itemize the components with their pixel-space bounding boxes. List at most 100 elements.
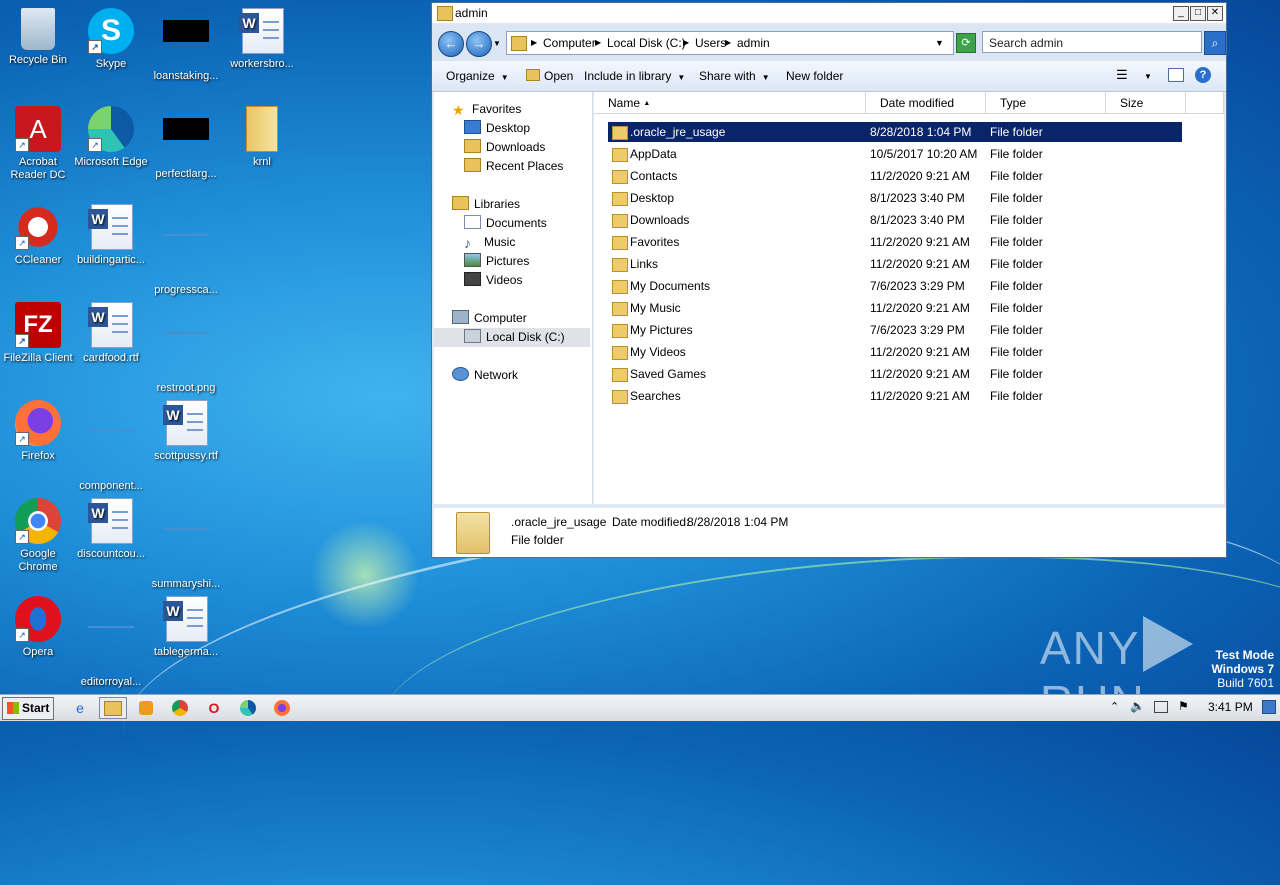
show-hidden-icons-icon[interactable]: ⌃ <box>1110 700 1119 713</box>
file-row[interactable]: .oracle_jre_usage 8/28/2018 1:04 PM File f… <box>608 122 1182 142</box>
show-desktop-icon[interactable] <box>1262 700 1276 714</box>
maximize-button[interactable]: □ <box>1190 6 1206 21</box>
desktop-icon-tablegerma[interactable]: W tablegerma... <box>148 596 224 659</box>
breadcrumb-admin[interactable]: admin <box>737 32 770 54</box>
recent-pages-chevron-icon[interactable]: ▼ <box>493 39 501 48</box>
breadcrumb-local-disk[interactable]: Local Disk (C:) <box>607 32 686 54</box>
file-name: My Pictures <box>630 323 693 337</box>
breadcrumb-chevron-icon[interactable]: ▶ <box>725 32 731 54</box>
firefox-taskbar-icon[interactable] <box>268 697 296 719</box>
file-row[interactable]: My Videos 11/2/2020 9:21 AM File folder <box>608 342 1182 362</box>
address-bar[interactable]: ▶ Computer ▶ Local Disk (C:) ▶ Users ▶ a… <box>506 31 954 55</box>
view-dropdown-icon[interactable]: ▼ <box>1144 72 1152 81</box>
clock[interactable]: 3:41 PM <box>1208 700 1253 714</box>
new-folder-button[interactable]: New folder <box>786 69 843 83</box>
include-in-library-button[interactable]: Include in library ▼ <box>584 69 685 83</box>
desktop-icon-cardfood[interactable]: W cardfood.rtf <box>73 302 149 365</box>
desktop-icon-recycle-bin[interactable]: Recycle Bin <box>0 8 76 67</box>
action-center-flag-icon[interactable]: ⚑ <box>1178 699 1189 713</box>
nav-recent-places[interactable]: Recent Places <box>464 157 563 176</box>
column-header-type[interactable]: Type <box>986 92 1106 114</box>
thumbnail-icon <box>163 118 209 164</box>
nav-local-disk[interactable]: Local Disk (C:) <box>434 328 590 347</box>
volume-icon[interactable]: 🔈 <box>1130 699 1145 713</box>
desktop-icon-perfectlarg[interactable]: perfectlarg... <box>148 106 224 181</box>
search-icon[interactable]: ⌕ <box>1204 31 1226 55</box>
details-pane: .oracle_jre_usage Date modified: 8/28/20… <box>434 508 1226 557</box>
desktop-icon-edge[interactable]: ↗ Microsoft Edge <box>73 106 149 169</box>
file-row[interactable]: Downloads 8/1/2023 3:40 PM File folder <box>608 210 1182 230</box>
nav-music[interactable]: ♪ Music <box>464 233 515 252</box>
breadcrumb-computer[interactable]: Computer <box>543 32 596 54</box>
breadcrumb-chevron-icon[interactable]: ▶ <box>531 32 537 54</box>
nav-pictures[interactable]: Pictures <box>464 252 529 271</box>
opera-taskbar-icon[interactable]: O <box>200 697 228 719</box>
desktop-icon-scottpussy[interactable]: W scottpussy.rtf <box>148 400 224 463</box>
file-row[interactable]: My Documents 7/6/2023 3:29 PM File folder <box>608 276 1182 296</box>
explorer-taskbar-icon[interactable] <box>99 697 127 719</box>
search-input[interactable]: Search admin <box>982 31 1202 53</box>
column-header-size[interactable]: Size <box>1106 92 1186 114</box>
nav-computer[interactable]: Computer <box>452 309 527 328</box>
desktop-icon-progressca[interactable]: progressca... <box>148 204 224 297</box>
title-bar[interactable]: admin _ □ ✕ <box>432 3 1226 23</box>
desktop-icon-workersbro[interactable]: W workersbro... <box>224 8 300 71</box>
desktop-icon-krnl[interactable]: krnl <box>224 106 300 169</box>
breadcrumb-chevron-icon[interactable]: ▶ <box>595 32 601 54</box>
desktop-icon-component[interactable]: component... <box>73 400 149 493</box>
desktop-icon-filezilla[interactable]: FZ ↗ FileZilla Client <box>0 302 76 365</box>
organize-button[interactable]: Organize ▼ <box>446 69 509 83</box>
breadcrumb-users[interactable]: Users <box>695 32 726 54</box>
back-button[interactable]: ← <box>438 31 464 57</box>
recent-places-icon <box>464 158 481 172</box>
nav-videos[interactable]: Videos <box>464 271 522 290</box>
help-icon[interactable]: ? <box>1195 67 1211 83</box>
media-player-taskbar-icon[interactable] <box>132 697 160 719</box>
desktop-icon-buildingartic[interactable]: W buildingartic... <box>73 204 149 267</box>
desktop-icon-loanstaking[interactable]: loanstaking... <box>148 8 224 83</box>
close-button[interactable]: ✕ <box>1207 6 1223 21</box>
file-row[interactable]: My Pictures 7/6/2023 3:29 PM File folder <box>608 320 1182 340</box>
forward-button[interactable]: → <box>466 31 492 57</box>
view-options-icon[interactable]: ☰ <box>1116 67 1128 83</box>
desktop-icon-ccleaner[interactable]: ↗ CCleaner <box>0 204 76 267</box>
nav-favorites[interactable]: ★ Favorites <box>452 100 521 119</box>
file-row[interactable]: Favorites 11/2/2020 9:21 AM File folder <box>608 232 1182 252</box>
desktop-icon-firefox[interactable]: ↗ Firefox <box>0 400 76 463</box>
nav-documents[interactable]: Documents <box>464 214 547 233</box>
nav-network[interactable]: Network <box>452 366 518 385</box>
share-with-button[interactable]: Share with ▼ <box>699 69 770 83</box>
file-row[interactable]: My Music 11/2/2020 9:21 AM File folder <box>608 298 1182 318</box>
edge-taskbar-icon[interactable] <box>234 697 262 719</box>
desktop-icon-summaryshi[interactable]: summaryshi... <box>148 498 224 591</box>
breadcrumb-chevron-icon[interactable]: ▶ <box>683 32 689 54</box>
nav-downloads[interactable]: Downloads <box>464 138 545 157</box>
file-row[interactable]: Saved Games 11/2/2020 9:21 AM File folder <box>608 364 1182 384</box>
desktop-icon-chrome[interactable]: ↗ Google Chrome <box>0 498 76 574</box>
refresh-button[interactable]: ⟳ <box>956 33 976 53</box>
chrome-taskbar-icon[interactable] <box>166 697 194 719</box>
nav-desktop[interactable]: Desktop <box>464 119 530 138</box>
desktop-icon-skype[interactable]: S ↗ Skype <box>73 8 149 71</box>
desktop-icon-editorroyal[interactable]: editorroyal... <box>73 596 149 689</box>
ie-taskbar-icon[interactable]: e <box>66 697 94 719</box>
file-row[interactable]: Searches 11/2/2020 9:21 AM File folder <box>608 386 1182 406</box>
file-row[interactable]: Links 11/2/2020 9:21 AM File folder <box>608 254 1182 274</box>
music-icon: ♪ <box>464 235 471 251</box>
open-button[interactable]: Open <box>526 69 573 83</box>
address-dropdown-icon[interactable]: ▼ <box>935 32 944 54</box>
network-tray-icon[interactable] <box>1154 701 1168 713</box>
column-header-name[interactable]: Name ▲ <box>594 92 866 114</box>
preview-pane-icon[interactable] <box>1168 68 1184 82</box>
desktop-icon-restroot[interactable]: restroot.png <box>148 302 224 395</box>
desktop-icon-acrobat[interactable]: A ↗ Acrobat Reader DC <box>0 106 76 182</box>
desktop-icon-discountcou[interactable]: W discountcou... <box>73 498 149 561</box>
file-row[interactable]: AppData 10/5/2017 10:20 AM File folder <box>608 144 1182 164</box>
file-row[interactable]: Contacts 11/2/2020 9:21 AM File folder <box>608 166 1182 186</box>
file-row[interactable]: Desktop 8/1/2023 3:40 PM File folder <box>608 188 1182 208</box>
minimize-button[interactable]: _ <box>1173 6 1189 21</box>
nav-libraries[interactable]: Libraries <box>452 195 520 214</box>
start-button[interactable]: Start <box>2 697 54 720</box>
column-header-date[interactable]: Date modified <box>866 92 986 114</box>
desktop-icon-opera[interactable]: ↗ Opera <box>0 596 76 659</box>
